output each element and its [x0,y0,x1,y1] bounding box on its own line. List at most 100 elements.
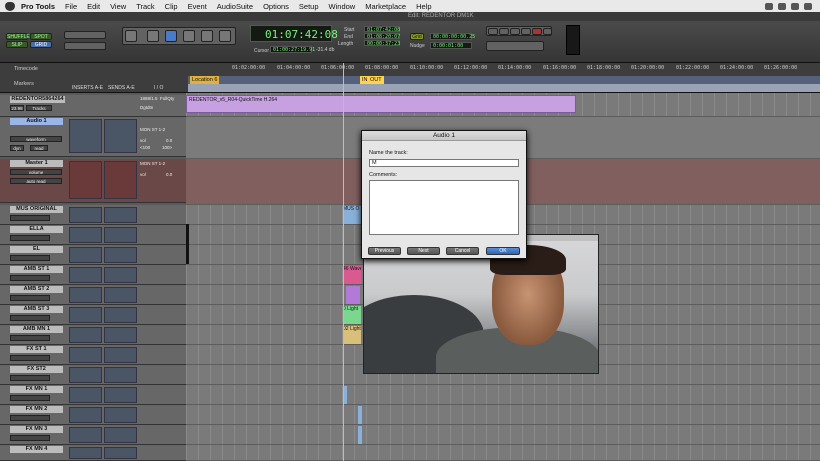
menu-window[interactable]: Window [329,2,356,11]
video-track[interactable]: REDENTOR5864264 23.98 Tracks 1888/1.5 Fu… [0,95,186,117]
inserts-slots[interactable] [69,307,102,323]
wifi-icon[interactable] [804,2,812,10]
track-controls[interactable] [10,235,50,241]
track-fx-mn-3[interactable]: FX MN 3 [0,425,186,445]
fast-forward-icon[interactable] [543,28,552,35]
comments-textarea[interactable] [369,180,519,235]
inserts-slots[interactable] [69,119,102,153]
track-name[interactable]: EL [10,246,63,253]
sends-slots[interactable] [104,287,137,303]
sends-slots[interactable] [104,267,137,283]
main-counter[interactable]: 01:07:42:08 [250,25,338,42]
inserts-slots[interactable] [69,247,102,263]
track-controls[interactable] [10,395,50,401]
track-controls[interactable] [10,295,50,301]
sends-slots[interactable] [104,161,137,199]
length-field[interactable]: 00:00:37:23 [364,40,400,47]
sends-slots[interactable] [104,407,137,423]
track-name[interactable]: ELLA [10,226,63,233]
track-controls[interactable] [10,435,50,441]
track-lane[interactable] [186,425,820,445]
menu-audiosuite[interactable]: AudioSuite [217,2,253,11]
track-lane[interactable] [186,385,820,405]
sends-slots[interactable] [104,247,137,263]
track-name[interactable]: AMB MN 1 [10,326,63,333]
track-fx-mn-2[interactable]: FX MN 2 [0,405,186,425]
cancel-button[interactable]: Cancel [446,247,479,255]
selector-tool-icon[interactable] [165,30,177,42]
track-name[interactable]: REDENTOR5864264 [10,96,65,103]
nudge-value[interactable]: 0:00:01:00 [430,42,472,49]
next-button[interactable]: Next [407,247,440,255]
track-name[interactable]: FX MN 4 [10,446,63,453]
track-controls[interactable] [10,355,50,361]
track-amb-st-1[interactable]: AMB ST 1 [0,265,186,285]
video-clip[interactable]: REDENTOR_v5_R04-QuickTime H.264 [186,95,576,113]
track-name[interactable]: FX MN 2 [10,406,63,413]
record-icon[interactable] [532,28,542,35]
menu-clip[interactable]: Clip [165,2,178,11]
track-master-1[interactable]: Master 1 volume auto read MON ST 1-2 vol… [0,159,186,203]
rewind-icon[interactable] [499,28,509,35]
automation-mode[interactable]: auto read [10,178,62,184]
inserts-slots[interactable] [69,387,102,403]
sends-slots[interactable] [104,119,137,153]
track-name[interactable]: FX ST 1 [10,346,63,353]
audio-clip[interactable]: 46 Wave [343,266,361,284]
track-fx-st-1[interactable]: FX ST 1 [0,345,186,365]
spot-mode-button[interactable]: SPOT [30,33,52,40]
track-amb-mn-1[interactable]: AMB MN 1 [0,325,186,345]
track-lane[interactable] [186,445,820,461]
sends-slots[interactable] [104,207,137,223]
rewind-to-start-icon[interactable] [488,28,498,35]
track-name[interactable]: Audio 1 [10,118,63,125]
track-name[interactable]: FX MN 1 [10,386,63,393]
stop-icon[interactable] [510,28,520,35]
inserts-slots[interactable] [69,287,102,303]
inserts-slots[interactable] [69,207,102,223]
track-controls[interactable] [10,315,50,321]
menu-app[interactable]: Pro Tools [21,2,55,11]
track-name[interactable]: AMB ST 3 [10,306,63,313]
dyn-button[interactable]: dyn [10,145,24,151]
tracks-button[interactable]: Tracks [26,105,52,111]
sends-slots[interactable] [104,427,137,443]
transport-secondary[interactable] [486,41,544,51]
track-el[interactable]: EL [0,245,186,265]
menu-track[interactable]: Track [136,2,154,11]
view-selector[interactable]: volume [10,169,62,175]
grid-mode-button[interactable]: GRID [30,41,52,48]
track-controls[interactable] [10,255,50,261]
markers-ruler[interactable] [188,84,820,92]
pencil-tool-icon[interactable] [219,30,231,42]
apple-icon[interactable] [5,1,15,11]
sends-slots[interactable] [104,327,137,343]
zoom-preset-buttons[interactable] [64,42,106,50]
track-ella[interactable]: ELLA [0,225,186,245]
menu-event[interactable]: Event [188,2,207,11]
track-amb-st-3[interactable]: AMB ST 3 [0,305,186,325]
inserts-slots[interactable] [69,161,102,199]
track-audio-1[interactable]: Audio 1 waveform dyn read MON ST 1-2 vol… [0,117,186,157]
track-name[interactable]: AMB ST 1 [10,266,63,273]
inserts-slots[interactable] [69,447,102,459]
menu-file[interactable]: File [65,2,77,11]
automation-mode[interactable]: read [30,145,48,151]
track-name[interactable]: Master 1 [10,160,63,167]
grabber-tool-icon[interactable] [183,30,195,42]
track-lane[interactable] [186,405,820,425]
track-controls[interactable] [10,415,50,421]
track-fx-st2[interactable]: FX ST2 [0,365,186,385]
sends-slots[interactable] [104,447,137,459]
previous-button[interactable]: Previous [368,247,401,255]
grid-label[interactable]: Grid [410,33,424,40]
edit-scrollbar[interactable] [186,224,189,264]
sends-slots[interactable] [104,347,137,363]
inserts-slots[interactable] [69,367,102,383]
play-icon[interactable] [521,28,531,35]
track-name[interactable]: FX MN 3 [10,426,63,433]
video-io-c[interactable]: Dgtdtn [140,105,184,110]
output-selector[interactable]: MON ST 1-2 [140,127,184,132]
ok-button[interactable]: OK [486,247,520,255]
location-marker[interactable]: Location 6 [190,76,220,84]
